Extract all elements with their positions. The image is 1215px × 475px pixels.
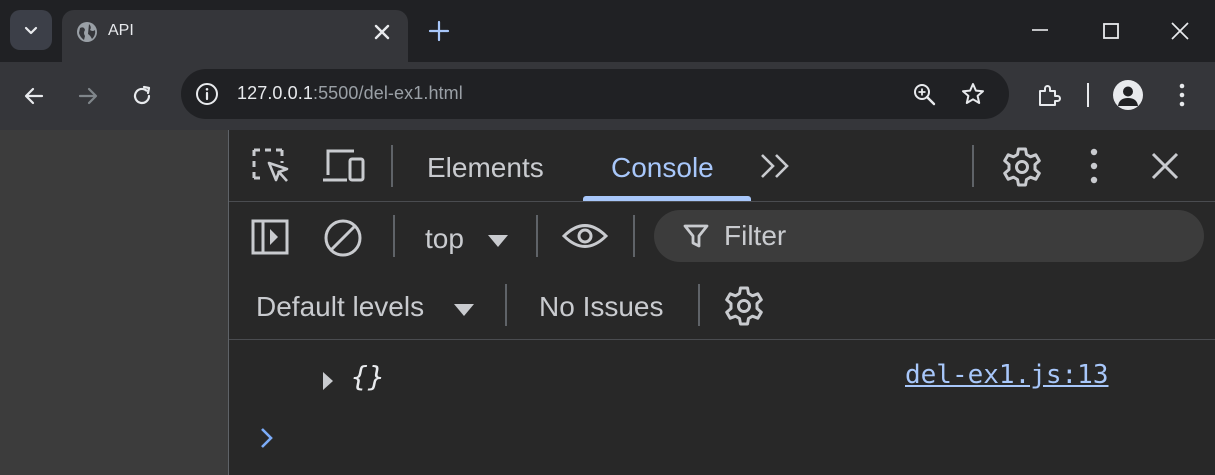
- toolbar-divider: [633, 215, 635, 257]
- tab-title: API: [108, 22, 134, 39]
- header-divider: [391, 145, 393, 187]
- reload-icon[interactable]: [130, 84, 154, 108]
- eye-icon[interactable]: [561, 221, 609, 251]
- forward-arrow-icon[interactable]: [76, 84, 100, 108]
- maximize-icon[interactable]: [1102, 22, 1120, 40]
- clear-console-icon[interactable]: [323, 218, 363, 258]
- chevron-down-icon: [24, 26, 38, 35]
- toolbar-divider: [393, 215, 395, 257]
- close-icon[interactable]: [1149, 150, 1181, 182]
- zoom-icon[interactable]: [912, 82, 938, 108]
- log-levels-dropdown[interactable]: Default levels: [256, 291, 424, 323]
- inspect-icon[interactable]: [251, 147, 291, 185]
- browser-tab-active[interactable]: API: [62, 10, 408, 62]
- active-tab-indicator: [583, 196, 751, 201]
- back-arrow-icon[interactable]: [22, 84, 46, 108]
- tab-console[interactable]: Console: [611, 152, 714, 184]
- toolbar-divider: [505, 284, 507, 326]
- tab-elements[interactable]: Elements: [427, 152, 544, 184]
- browser-toolbar: 127.0.0.1:5500/del-ex1.html: [0, 62, 1215, 130]
- kebab-menu-icon[interactable]: [1172, 82, 1192, 108]
- caret-down-icon[interactable]: [453, 303, 475, 317]
- context-selector[interactable]: top: [425, 223, 464, 255]
- url-text: 127.0.0.1:5500/del-ex1.html: [237, 83, 463, 104]
- tab-close-icon[interactable]: [370, 20, 394, 44]
- new-tab-plus-icon[interactable]: [426, 18, 452, 44]
- star-icon[interactable]: [960, 81, 986, 107]
- devtools-header: Elements Console: [229, 130, 1215, 202]
- title-bar: API: [0, 0, 1215, 62]
- log-object-value[interactable]: {}: [351, 360, 385, 393]
- console-prompt-chevron-icon[interactable]: [259, 426, 275, 450]
- address-bar[interactable]: 127.0.0.1:5500/del-ex1.html: [181, 69, 1009, 119]
- extensions-icon[interactable]: [1036, 82, 1062, 108]
- filter-input[interactable]: [724, 220, 1184, 252]
- info-icon[interactable]: [195, 82, 219, 106]
- devtools-panel: Elements Console top Filter Default leve…: [228, 130, 1215, 475]
- toolbar-divider: [536, 215, 538, 257]
- device-toggle-icon[interactable]: [321, 147, 367, 185]
- expand-triangle-icon[interactable]: [321, 371, 335, 391]
- console-toolbar-secondary: Default levels No Issues: [229, 270, 1215, 340]
- settings-gear-icon[interactable]: [1001, 146, 1043, 188]
- sidebar-icon[interactable]: [251, 219, 291, 255]
- minimize-icon[interactable]: [1030, 20, 1050, 40]
- header-divider: [972, 145, 974, 187]
- toolbar-divider: [1087, 83, 1089, 107]
- issues-counter[interactable]: No Issues: [539, 291, 664, 323]
- filter-field[interactable]: [654, 210, 1204, 262]
- console-log-entry: {} del-ex1.js:13: [229, 340, 1215, 404]
- page-viewport: [0, 130, 228, 475]
- kebab-menu-icon[interactable]: [1082, 147, 1106, 185]
- log-source-link[interactable]: del-ex1.js:13: [905, 360, 1109, 390]
- profile-icon[interactable]: [1113, 80, 1143, 110]
- caret-down-icon[interactable]: [487, 234, 509, 248]
- more-tabs-icon[interactable]: [759, 152, 793, 180]
- window-close-icon[interactable]: [1170, 21, 1190, 41]
- tab-search-button[interactable]: [10, 10, 52, 50]
- filter-icon: [682, 222, 710, 250]
- url-host: 127.0.0.1: [237, 83, 313, 103]
- globe-icon: [76, 21, 98, 43]
- toolbar-divider: [698, 284, 700, 326]
- url-path: :5500/del-ex1.html: [312, 83, 463, 103]
- console-toolbar: top: [229, 202, 1215, 270]
- settings-gear-icon[interactable]: [723, 285, 765, 327]
